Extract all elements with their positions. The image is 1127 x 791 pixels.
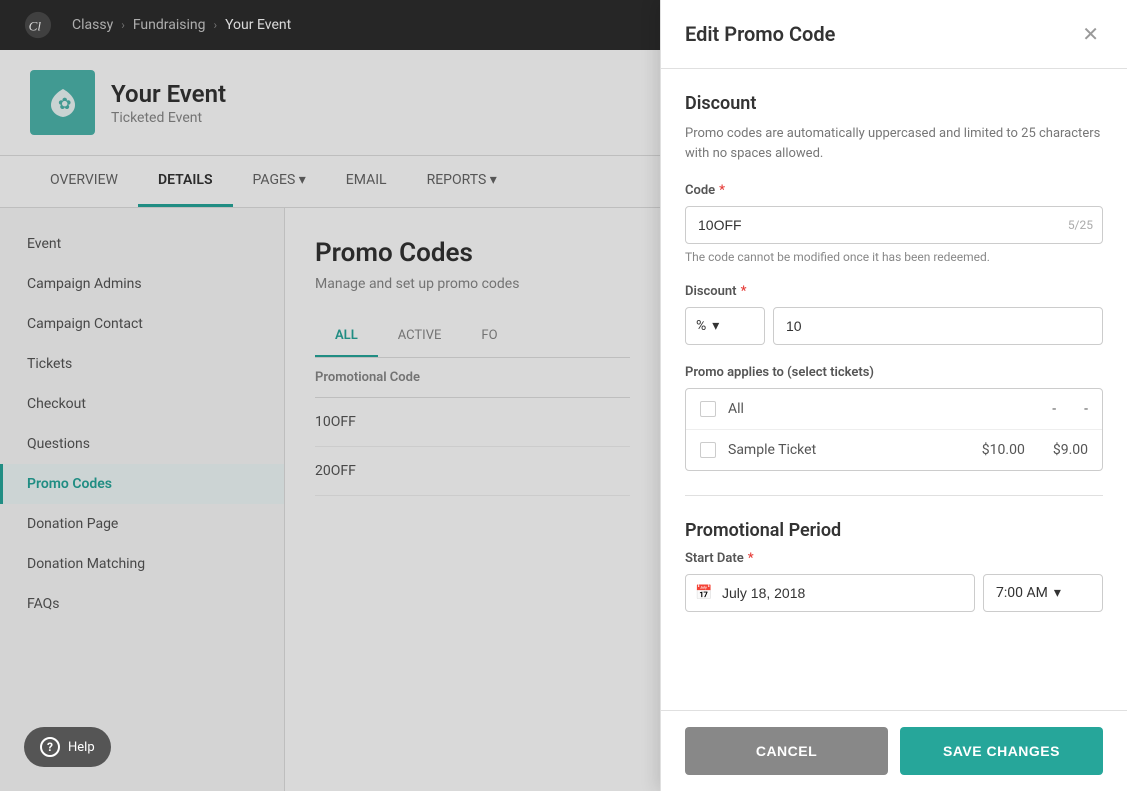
panel-footer: CANCEL SAVE CHANGES (661, 710, 1127, 791)
required-indicator-2: * (741, 284, 747, 299)
ticket-price-sample: $10.00 (982, 442, 1025, 458)
required-indicator: * (719, 183, 725, 198)
code-label: Code * (685, 183, 1103, 198)
help-label: Help (68, 740, 95, 755)
ticket-checkbox-sample[interactable] (700, 442, 716, 458)
discount-row: % ▾ (685, 307, 1103, 345)
date-row: 📅 7:00 AM ▾ (685, 574, 1103, 612)
discount-type-select[interactable]: % ▾ (685, 307, 765, 345)
help-icon: ? (40, 737, 60, 757)
discount-section-title: Discount (685, 93, 1103, 114)
panel-title: Edit Promo Code (685, 22, 835, 46)
discount-label: Discount * (685, 284, 1103, 299)
section-divider (685, 495, 1103, 496)
close-icon[interactable]: ✕ (1078, 20, 1103, 48)
start-date-field-group: Start Date * 📅 7:00 AM ▾ (685, 551, 1103, 612)
applies-to-field-group: Promo applies to (select tickets) All - … (685, 365, 1103, 471)
discount-field-group: Discount * % ▾ (685, 284, 1103, 345)
discount-section-desc: Promo codes are automatically uppercased… (685, 124, 1103, 163)
chevron-down-icon-time: ▾ (1054, 585, 1061, 601)
ticket-checkbox-all[interactable] (700, 401, 716, 417)
applies-to-label: Promo applies to (select tickets) (685, 365, 1103, 380)
calendar-icon: 📅 (695, 585, 712, 601)
ticket-selector: All - - Sample Ticket $10.00 $9.00 (685, 388, 1103, 471)
ticket-row-sample: Sample Ticket $10.00 $9.00 (686, 430, 1102, 470)
ticket-price-all: - (1052, 401, 1056, 417)
ticket-discounted-sample: $9.00 (1053, 442, 1088, 458)
panel-body: Discount Promo codes are automatically u… (661, 69, 1127, 710)
help-button[interactable]: ? Help (24, 727, 111, 767)
ticket-name-sample: Sample Ticket (728, 442, 970, 458)
char-count: 5/25 (1068, 218, 1093, 232)
required-indicator-3: * (748, 551, 754, 566)
time-select[interactable]: 7:00 AM ▾ (983, 574, 1103, 612)
discount-amount-input[interactable] (773, 307, 1103, 345)
period-section: Promotional Period Start Date * 📅 7:00 A… (685, 520, 1103, 612)
ticket-discounted-all: - (1084, 401, 1088, 417)
discount-section: Discount Promo codes are automatically u… (685, 93, 1103, 471)
code-field-group: Code * 5/25 The code cannot be modified … (685, 183, 1103, 264)
ticket-row-all: All - - (686, 389, 1102, 430)
date-input-wrap: 📅 (685, 574, 975, 612)
start-date-label: Start Date * (685, 551, 1103, 566)
start-date-input[interactable] (685, 574, 975, 612)
edit-promo-panel: Edit Promo Code ✕ Discount Promo codes a… (660, 0, 1127, 791)
code-hint: The code cannot be modified once it has … (685, 250, 1103, 264)
modal-overlay (0, 0, 660, 791)
ticket-name-all: All (728, 401, 1040, 417)
panel-header: Edit Promo Code ✕ (661, 0, 1127, 69)
period-section-title: Promotional Period (685, 520, 1103, 541)
save-button[interactable]: SAVE CHANGES (900, 727, 1103, 775)
code-input[interactable] (685, 206, 1103, 244)
time-value: 7:00 AM (996, 585, 1048, 601)
chevron-down-icon: ▾ (712, 318, 719, 334)
cancel-button[interactable]: CANCEL (685, 727, 888, 775)
code-input-wrapper: 5/25 (685, 206, 1103, 244)
